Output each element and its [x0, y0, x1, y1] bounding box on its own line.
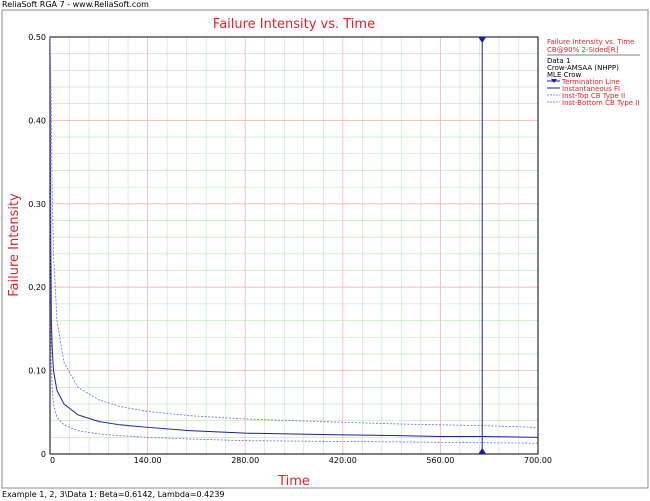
status-footer: Example 1, 2, 3\Data 1: Beta=0.6142, Lam…	[2, 490, 225, 499]
chart-title: Failure Intensity vs. Time	[213, 17, 375, 32]
y-tick-label: 0.40	[28, 116, 46, 125]
x-tick-label: 420.00	[329, 456, 357, 465]
y-tick-label: 0.30	[28, 200, 46, 209]
x-tick-label: 280.00	[231, 456, 259, 465]
y-axis-label: Failure Intensity	[7, 193, 22, 297]
y-tick-label: 0.50	[28, 33, 46, 42]
x-tick-label: 0	[50, 456, 55, 465]
x-tick-label: 560.00	[426, 456, 454, 465]
x-tick-label: 700.00	[524, 456, 552, 465]
chart: Failure Intensity vs. Time 0 140.00 280.00…	[1, 9, 649, 489]
legend-heading-2: CB@90% 2-Sided[R]	[547, 46, 619, 54]
x-axis-label: Time	[277, 474, 310, 489]
chart-frame	[1, 9, 649, 489]
legend-heading-1: Failure Intensity vs. Time	[547, 38, 634, 46]
y-tick-label: 0.10	[28, 367, 46, 376]
y-tick-label: 0	[41, 450, 46, 459]
legend-entry-bottom-cb: Inst-Bottom CB Type II	[562, 99, 639, 107]
x-tick-label: 140.00	[134, 456, 162, 465]
y-tick-label: 0.20	[28, 283, 46, 292]
